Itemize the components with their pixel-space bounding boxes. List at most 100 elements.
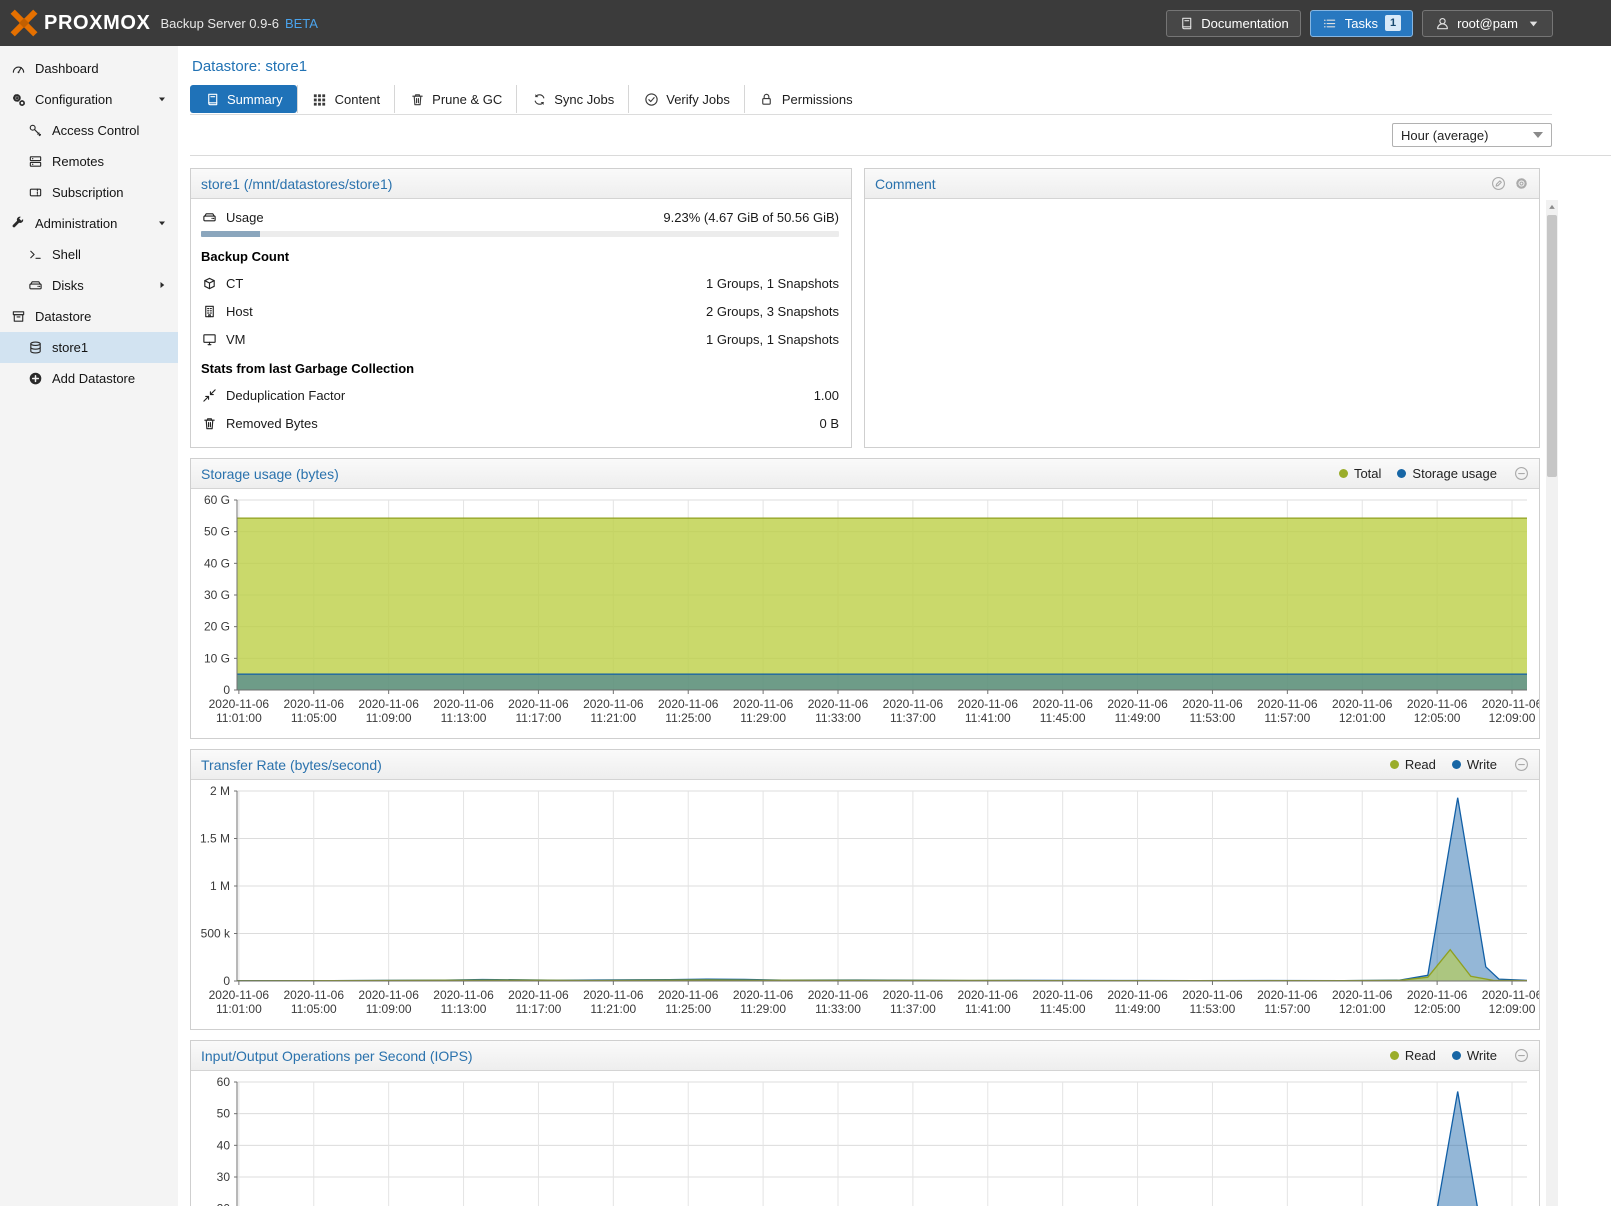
user-menu-button[interactable]: root@pam — [1422, 10, 1553, 37]
svg-text:20 G: 20 G — [204, 620, 230, 634]
svg-text:11:17:00: 11:17:00 — [516, 711, 562, 725]
tasks-button[interactable]: Tasks 1 — [1310, 10, 1413, 37]
svg-text:12:09:00: 12:09:00 — [1489, 1002, 1536, 1016]
svg-text:11:09:00: 11:09:00 — [366, 711, 412, 725]
chart-panel-1: Transfer Rate (bytes/second)ReadWrite050… — [190, 749, 1540, 1030]
sidebar-item-administration[interactable]: Administration — [0, 208, 178, 239]
legend-item-write[interactable]: Write — [1452, 1048, 1497, 1063]
tab-verify-jobs[interactable]: Verify Jobs — [628, 85, 744, 113]
stat-value: 9.23% (4.67 GiB of 50.56 GiB) — [663, 210, 839, 225]
archive-icon — [10, 309, 26, 325]
svg-text:2020-11-06: 2020-11-06 — [1332, 697, 1393, 711]
sidebar-item-remotes[interactable]: Remotes — [0, 146, 178, 177]
stat-row-vm: VM1 Groups, 1 Snapshots — [191, 324, 851, 352]
stat-label: Deduplication Factor — [226, 388, 345, 403]
edit-icon[interactable] — [1490, 176, 1506, 192]
tab-label: Prune & GC — [432, 92, 502, 107]
svg-text:2020-11-06: 2020-11-06 — [1182, 988, 1243, 1002]
sidebar-item-label: Access Control — [52, 123, 139, 138]
legend-item-read[interactable]: Read — [1390, 1048, 1436, 1063]
beta-link[interactable]: BETA — [285, 16, 318, 31]
svg-text:2020-11-06: 2020-11-06 — [583, 697, 644, 711]
tasks-count-badge: 1 — [1385, 15, 1401, 31]
svg-text:11:57:00: 11:57:00 — [1264, 711, 1310, 725]
svg-text:2020-11-06: 2020-11-06 — [358, 697, 419, 711]
svg-text:12:09:00: 12:09:00 — [1489, 711, 1536, 725]
vertical-scrollbar[interactable] — [1546, 200, 1558, 1206]
sidebar-item-store1[interactable]: store1 — [0, 332, 178, 363]
gear-icon[interactable] — [1513, 176, 1529, 192]
svg-text:11:45:00: 11:45:00 — [1040, 711, 1086, 725]
collapse-icon[interactable] — [1513, 1048, 1529, 1064]
scroll-region: store1 (/mnt/datastores/store1) Usage9.2… — [178, 156, 1611, 1206]
svg-text:11:53:00: 11:53:00 — [1190, 1002, 1236, 1016]
sidebar-item-label: Administration — [35, 216, 117, 231]
ticket-icon — [27, 185, 43, 201]
hdd-icon — [201, 209, 217, 225]
stat-value: 0 B — [819, 416, 839, 431]
stat-label: Removed Bytes — [226, 416, 318, 431]
legend-dot — [1390, 1051, 1399, 1060]
cube-icon — [201, 275, 217, 291]
svg-text:2020-11-06: 2020-11-06 — [958, 988, 1019, 1002]
tab-content[interactable]: Content — [297, 85, 395, 113]
legend-item-read[interactable]: Read — [1390, 757, 1436, 772]
tab-prune-gc[interactable]: Prune & GC — [394, 85, 516, 113]
book-icon — [1178, 15, 1194, 31]
sidebar-item-configuration[interactable]: Configuration — [0, 84, 178, 115]
legend-item-write[interactable]: Write — [1452, 757, 1497, 772]
tab-summary[interactable]: Summary — [190, 85, 297, 113]
caret-down-icon[interactable] — [154, 215, 170, 231]
sidebar-item-subscription[interactable]: Subscription — [0, 177, 178, 208]
collapse-icon[interactable] — [1513, 466, 1529, 482]
svg-text:11:49:00: 11:49:00 — [1115, 711, 1161, 725]
gauge-icon — [10, 61, 26, 77]
sidebar-item-add-datastore[interactable]: Add Datastore — [0, 363, 178, 394]
svg-text:40: 40 — [217, 1138, 231, 1152]
sidebar-item-access-control[interactable]: Access Control — [0, 115, 178, 146]
tab-sync-jobs[interactable]: Sync Jobs — [516, 85, 628, 113]
svg-text:10 G: 10 G — [204, 651, 230, 665]
svg-text:30: 30 — [217, 1170, 231, 1184]
tab-bar: SummaryContent Prune & GC Sync JobsVerify … — [190, 84, 1552, 115]
svg-text:50 G: 50 G — [204, 525, 230, 539]
sidebar-item-datastore[interactable]: Datastore — [0, 301, 178, 332]
legend-dot — [1452, 1051, 1461, 1060]
svg-text:2020-11-06: 2020-11-06 — [508, 988, 569, 1002]
svg-text:11:17:00: 11:17:00 — [516, 1002, 562, 1016]
svg-text:11:49:00: 11:49:00 — [1115, 1002, 1161, 1016]
caret-down-icon[interactable] — [154, 91, 170, 107]
svg-text:2020-11-06: 2020-11-06 — [284, 697, 345, 711]
sidebar-item-label: Datastore — [35, 309, 91, 324]
scroll-up-arrow[interactable] — [1546, 200, 1558, 213]
chart-canvas: 010 G20 G30 G40 G50 G60 G2020-11-0611:01… — [191, 490, 1539, 738]
legend-item-storage-usage[interactable]: Storage usage — [1397, 466, 1497, 481]
documentation-button[interactable]: Documentation — [1166, 10, 1300, 37]
terminal-icon — [27, 247, 43, 263]
legend-item-total[interactable]: Total — [1339, 466, 1381, 481]
sidebar-item-shell[interactable]: Shell — [0, 239, 178, 270]
collapse-icon[interactable] — [1513, 757, 1529, 773]
chevron-down-icon — [1525, 15, 1541, 31]
caret-right-icon[interactable] — [154, 277, 170, 293]
header-actions: Documentation Tasks 1 root@pam — [1166, 10, 1553, 37]
scrollbar-thumb[interactable] — [1547, 215, 1557, 477]
svg-text:11:41:00: 11:41:00 — [965, 711, 1011, 725]
sidebar-item-dashboard[interactable]: Dashboard — [0, 53, 178, 84]
sidebar-item-disks[interactable]: Disks — [0, 270, 178, 301]
svg-text:2020-11-06: 2020-11-06 — [733, 988, 794, 1002]
tab-permissions[interactable]: Permissions — [744, 85, 867, 113]
trash-icon — [201, 415, 217, 431]
svg-text:11:21:00: 11:21:00 — [590, 1002, 636, 1016]
svg-text:2020-11-06: 2020-11-06 — [1407, 697, 1468, 711]
svg-text:11:01:00: 11:01:00 — [216, 711, 262, 725]
svg-text:40 G: 40 G — [204, 556, 230, 570]
svg-text:2020-11-06: 2020-11-06 — [1032, 697, 1093, 711]
legend-label: Read — [1405, 1048, 1436, 1063]
legend-dot — [1452, 760, 1461, 769]
comment-panel-header: Comment — [865, 169, 1539, 199]
time-range-select[interactable]: Hour (average) — [1392, 123, 1552, 147]
legend-dot — [1339, 469, 1348, 478]
svg-text:2020-11-06: 2020-11-06 — [1482, 988, 1539, 1002]
chart-body: 010 G20 G30 G40 G50 G60 G2020-11-0611:01… — [191, 489, 1539, 738]
